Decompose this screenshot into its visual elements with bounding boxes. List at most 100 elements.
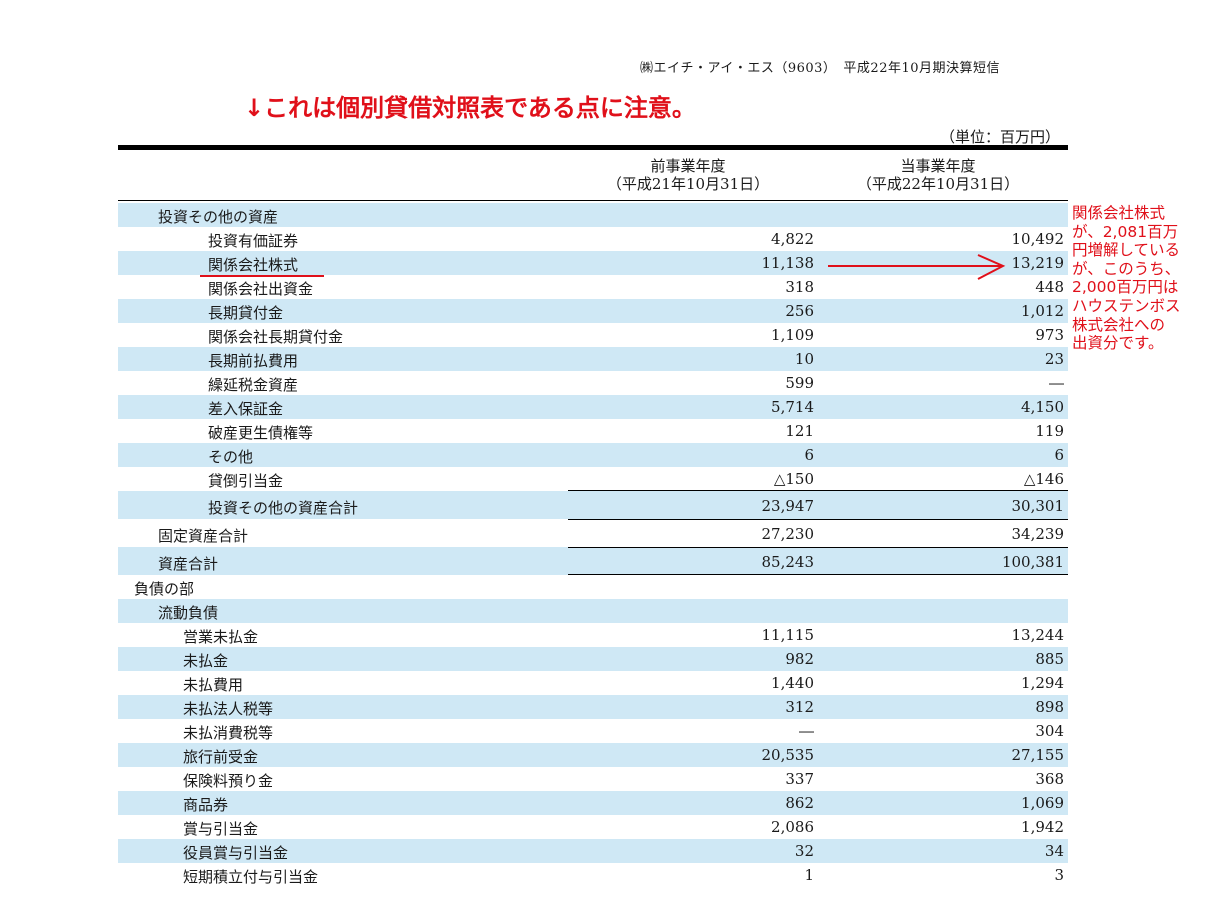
subtotal-rule xyxy=(568,519,1068,520)
table-row: 旅行前受金 20,535 27,155 xyxy=(118,743,1068,767)
curr-value: 34 xyxy=(1044,842,1064,860)
curr-value: 27,155 xyxy=(1011,746,1065,764)
row-label: 資産合計 xyxy=(158,555,219,573)
row-label: 差入保証金 xyxy=(208,400,284,418)
row-label: 役員賞与引当金 xyxy=(183,844,289,862)
row-label: 固定資産合計 xyxy=(158,527,249,545)
table-row: 貸倒引当金 △150 △146 xyxy=(118,467,1068,491)
callout-line: 関係会社株式 xyxy=(1072,204,1166,222)
table-row: 未払費用 1,440 1,294 xyxy=(118,671,1068,695)
callout-line: ハウステンボス xyxy=(1072,296,1181,315)
callout-line: 円増解している xyxy=(1072,241,1181,260)
curr-year-date: （平成22年10月31日） xyxy=(856,175,1020,193)
highlight-underline xyxy=(200,275,324,277)
curr-value: 119 xyxy=(1035,422,1064,440)
row-label: 短期積立付与引当金 xyxy=(183,868,319,886)
prev-value: ― xyxy=(799,722,814,740)
curr-value: 100,381 xyxy=(1001,553,1064,571)
callout-line: 株式会社への xyxy=(1072,315,1166,334)
curr-year-column-header: 当事業年度 （平成22年10月31日） xyxy=(808,157,1068,193)
prev-value: 10 xyxy=(794,350,814,368)
prev-value: 982 xyxy=(785,650,814,668)
table-row: 短期積立付与引当金 1 3 xyxy=(118,863,1068,887)
table-row: 長期貸付金 256 1,012 xyxy=(118,299,1068,323)
curr-value: 6 xyxy=(1054,446,1064,464)
prev-value: △150 xyxy=(773,470,814,488)
prev-value: 20,535 xyxy=(761,746,815,764)
curr-value: 10,492 xyxy=(1011,230,1065,248)
row-label: 未払法人税等 xyxy=(183,700,274,718)
row-label: 投資その他の資産合計 xyxy=(208,499,359,517)
curr-value: 973 xyxy=(1035,326,1064,344)
curr-value: 34,239 xyxy=(1011,525,1065,543)
curr-value: 898 xyxy=(1035,698,1064,716)
prev-value: 318 xyxy=(785,278,814,296)
row-label: 未払費用 xyxy=(183,676,244,694)
prev-value: 6 xyxy=(804,446,814,464)
prev-value: 599 xyxy=(785,374,814,392)
row-label: 商品券 xyxy=(183,796,229,814)
row-label: 旅行前受金 xyxy=(183,748,259,766)
prev-value: 862 xyxy=(785,794,814,812)
red-arrow-icon xyxy=(828,254,1006,280)
table-row: 関係会社長期貸付金 1,109 973 xyxy=(118,323,1068,347)
table-row: 繰延税金資産 599 ― xyxy=(118,371,1068,395)
table-row: 未払法人税等 312 898 xyxy=(118,695,1068,719)
prev-value: 11,115 xyxy=(761,626,815,644)
row-label: 長期貸付金 xyxy=(208,304,284,322)
prev-value: 23,947 xyxy=(761,497,815,515)
curr-value: 30,301 xyxy=(1011,497,1065,515)
curr-value: 368 xyxy=(1035,770,1064,788)
row-label: 長期前払費用 xyxy=(208,352,299,370)
curr-value: 1,012 xyxy=(1021,302,1064,320)
curr-value: 23 xyxy=(1044,350,1064,368)
company-report-header: ㈱エイチ・アイ・エス（9603） 平成22年10月期決算短信 xyxy=(640,61,1001,76)
callout-line: が、このうち、 xyxy=(1072,259,1181,278)
prev-value: 312 xyxy=(785,698,814,716)
prev-value: 1,109 xyxy=(771,326,814,344)
prev-year-column-header: 前事業年度 （平成21年10月31日） xyxy=(558,157,818,193)
row-label: 関係会社株式 xyxy=(208,256,299,274)
callout-line: 2,000百万円は xyxy=(1072,278,1179,297)
table-row: 長期前払費用 10 23 xyxy=(118,347,1068,371)
prev-value: 11,138 xyxy=(761,254,815,272)
table-row: 破産更生債権等 121 119 xyxy=(118,419,1068,443)
curr-value: 3 xyxy=(1054,866,1064,884)
row-label: 営業未払金 xyxy=(183,628,259,646)
unit-label: （単位：百万円） xyxy=(939,128,1060,146)
table-row: 投資その他の資産 xyxy=(118,203,1068,227)
prev-year-date: （平成21年10月31日） xyxy=(606,175,770,193)
curr-value: △146 xyxy=(1023,470,1064,488)
callout-line: 出資分です。 xyxy=(1072,334,1164,353)
table-row: 賞与引当金 2,086 1,942 xyxy=(118,815,1068,839)
annotation-callout: 関係会社株式 が、2,081百万 円増解している が、このうち、 2,000百万… xyxy=(1072,204,1208,353)
table-row: 営業未払金 11,115 13,244 xyxy=(118,623,1068,647)
prev-value: 256 xyxy=(785,302,814,320)
prev-value: 85,243 xyxy=(761,553,815,571)
row-label: 保険料預り金 xyxy=(183,772,274,790)
total-rule-top xyxy=(568,547,1068,548)
section-heading-row: 流動負債 xyxy=(118,599,1068,623)
row-label: 流動負債 xyxy=(158,604,219,622)
table-row: 未払消費税等 ― 304 xyxy=(118,719,1068,743)
curr-value: 1,069 xyxy=(1021,794,1064,812)
callout-line: が、2,081百万 xyxy=(1072,222,1179,241)
total-row: 資産合計 85,243 100,381 xyxy=(118,547,1068,575)
prev-value: 27,230 xyxy=(761,525,815,543)
curr-value: 1,294 xyxy=(1021,674,1064,692)
individual-balance-sheet-note: ↓これは個別貸借対照表である点に注意。 xyxy=(244,94,696,122)
prev-value: 1,440 xyxy=(771,674,814,692)
row-label: 未払金 xyxy=(183,652,229,670)
curr-value: 304 xyxy=(1035,722,1064,740)
table-row: 役員賞与引当金 32 34 xyxy=(118,839,1068,863)
prev-year-title: 前事業年度 xyxy=(650,157,726,175)
row-label: 繰延税金資産 xyxy=(208,376,299,394)
section-heading-row: 負債の部 xyxy=(118,575,1068,599)
row-label: 関係会社出資金 xyxy=(208,280,314,298)
prev-value: 337 xyxy=(785,770,814,788)
table-header: 前事業年度 （平成21年10月31日） 当事業年度 （平成22年10月31日） xyxy=(118,150,1068,201)
row-label: 貸倒引当金 xyxy=(208,472,284,490)
curr-value: ― xyxy=(1049,374,1064,392)
row-label: 賞与引当金 xyxy=(183,820,259,838)
table-row: その他 6 6 xyxy=(118,443,1068,467)
